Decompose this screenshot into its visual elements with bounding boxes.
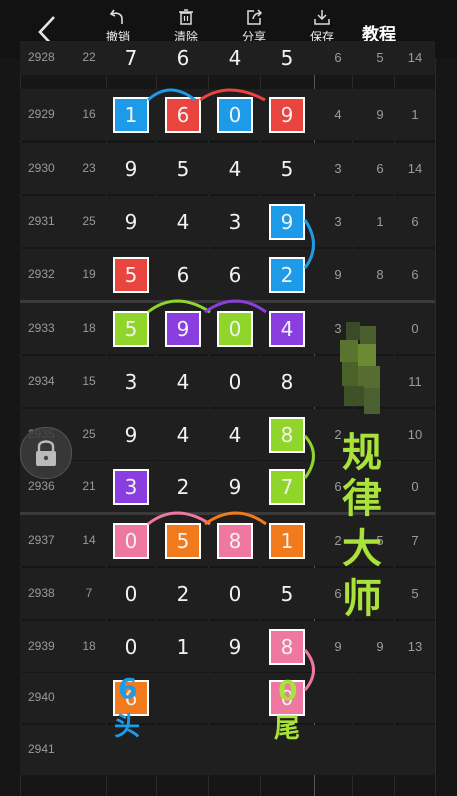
watermark-char: 师 <box>342 576 382 622</box>
link-arcs <box>146 88 315 691</box>
arc-blue-right <box>303 219 315 269</box>
tail-label-annotation: 尾 <box>274 714 301 744</box>
arc-lime-right <box>303 435 315 479</box>
lock-button[interactable] <box>20 427 72 479</box>
arc-pink-right <box>303 649 315 691</box>
arc-purple <box>204 299 267 314</box>
arc-pink <box>147 511 211 526</box>
arc-lime <box>147 299 211 314</box>
lock-icon <box>36 440 56 466</box>
head-label-annotation: 头 <box>114 712 141 742</box>
head-digit-annotation: 6 <box>118 672 138 705</box>
arc-orange <box>204 511 267 526</box>
pixelated-mosaic <box>338 322 388 418</box>
arc-blue <box>146 88 196 102</box>
tail-digit-annotation: 0 <box>278 674 298 707</box>
arc-red <box>199 88 266 102</box>
